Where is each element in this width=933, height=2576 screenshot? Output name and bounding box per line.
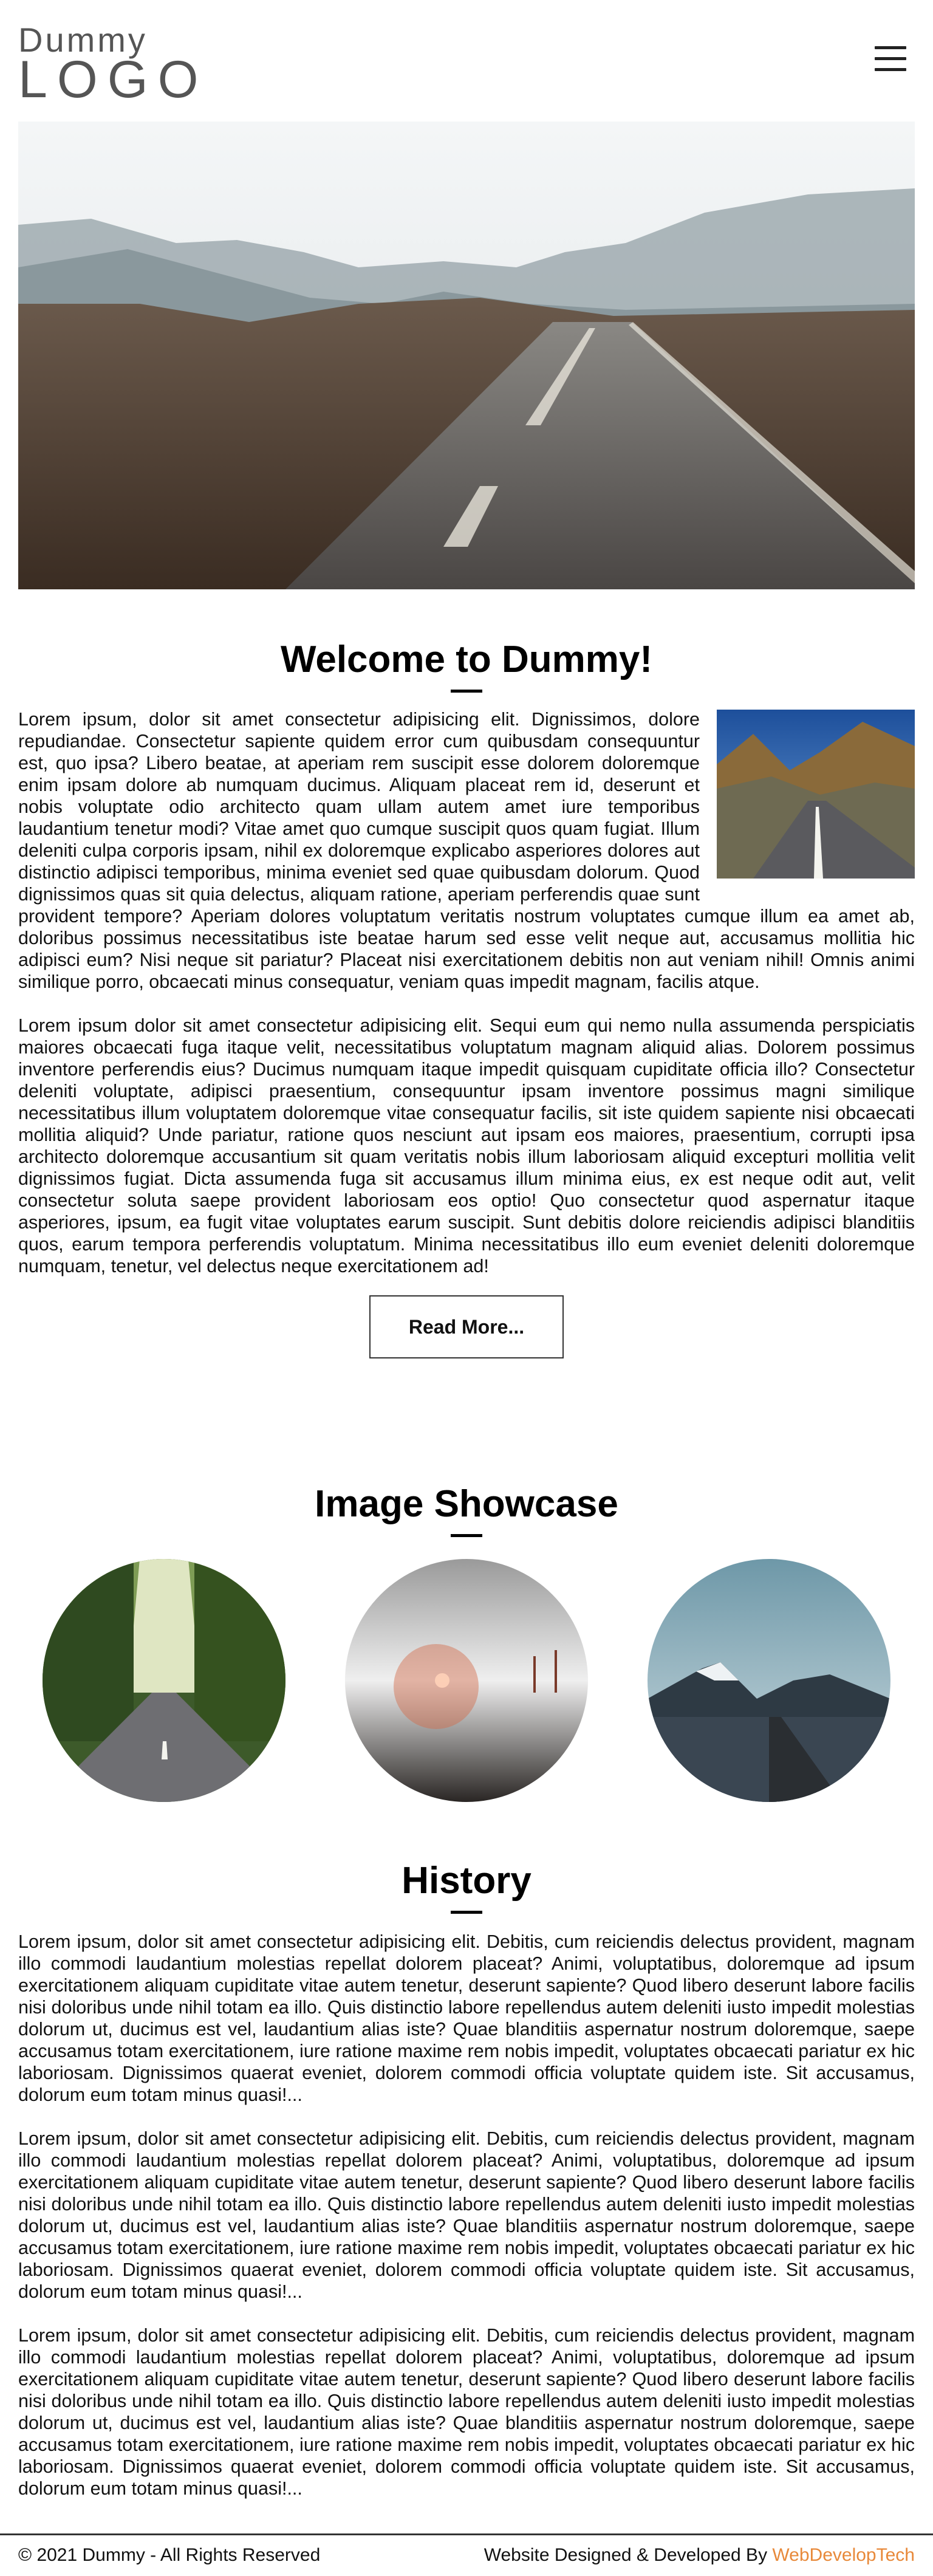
site-logo[interactable]: Dummy LOGO [18,23,208,106]
title-underline [451,690,482,693]
forest-road-illustration [43,1559,285,1802]
title-underline [451,1534,482,1537]
mountain-road-image [717,710,915,879]
menu-bar [875,68,906,71]
hero-road-landscape-image [18,122,915,589]
site-header: Dummy LOGO [0,0,933,122]
site-footer: © 2021 Dummy - All Rights Reserved Websi… [0,2533,933,2576]
history-title: History [402,1860,531,1902]
history-paragraph-2: Lorem ipsum, dolor sit amet consectetur … [18,2128,915,2302]
foggy-field-illustration [345,1559,588,1802]
menu-bar [875,46,906,49]
hamburger-menu-icon[interactable] [875,46,906,75]
welcome-title: Welcome to Dummy! [280,639,653,680]
welcome-body: Lorem ipsum, dolor sit amet consectetur … [18,708,915,1277]
snowy-mountain-road-image[interactable] [648,1559,890,1802]
welcome-road-image [717,710,915,879]
foggy-field-image[interactable] [345,1559,588,1802]
history-section: History Lorem ipsum, dolor sit amet cons… [18,1859,915,2521]
logo-bottom-text: LOGO [18,50,208,109]
footer-credit-link[interactable]: WebDevelopTech [772,2545,915,2565]
image-showcase-section: Image Showcase [18,1482,915,1802]
welcome-section: Welcome to Dummy! Lorem ipsum, dolor sit… [18,638,915,1358]
title-underline [451,1911,482,1914]
history-paragraph-3: Lorem ipsum, dolor sit amet consectetur … [18,2325,915,2499]
forest-road-image[interactable] [43,1559,285,1802]
footer-copyright: © 2021 Dummy - All Rights Reserved [18,2545,321,2565]
history-body: Lorem ipsum, dolor sit amet consectetur … [18,1931,915,2499]
footer-credit: Website Designed & Developed By WebDevel… [484,2545,915,2566]
history-paragraph-1: Lorem ipsum, dolor sit amet consectetur … [18,1931,915,2105]
footer-credit-text: Website Designed & Developed By [484,2545,773,2565]
hero-image [18,122,915,589]
welcome-paragraph-2: Lorem ipsum dolor sit amet consectetur a… [18,1015,915,1276]
snowy-mountain-illustration [648,1559,890,1802]
showcase-title: Image Showcase [315,1483,618,1525]
read-more-button[interactable]: Read More... [369,1295,564,1358]
showcase-gallery [18,1559,915,1802]
menu-bar [875,57,906,60]
page: Dummy LOGO Welcome to Dummy! Lorem ipsum… [0,0,933,2576]
